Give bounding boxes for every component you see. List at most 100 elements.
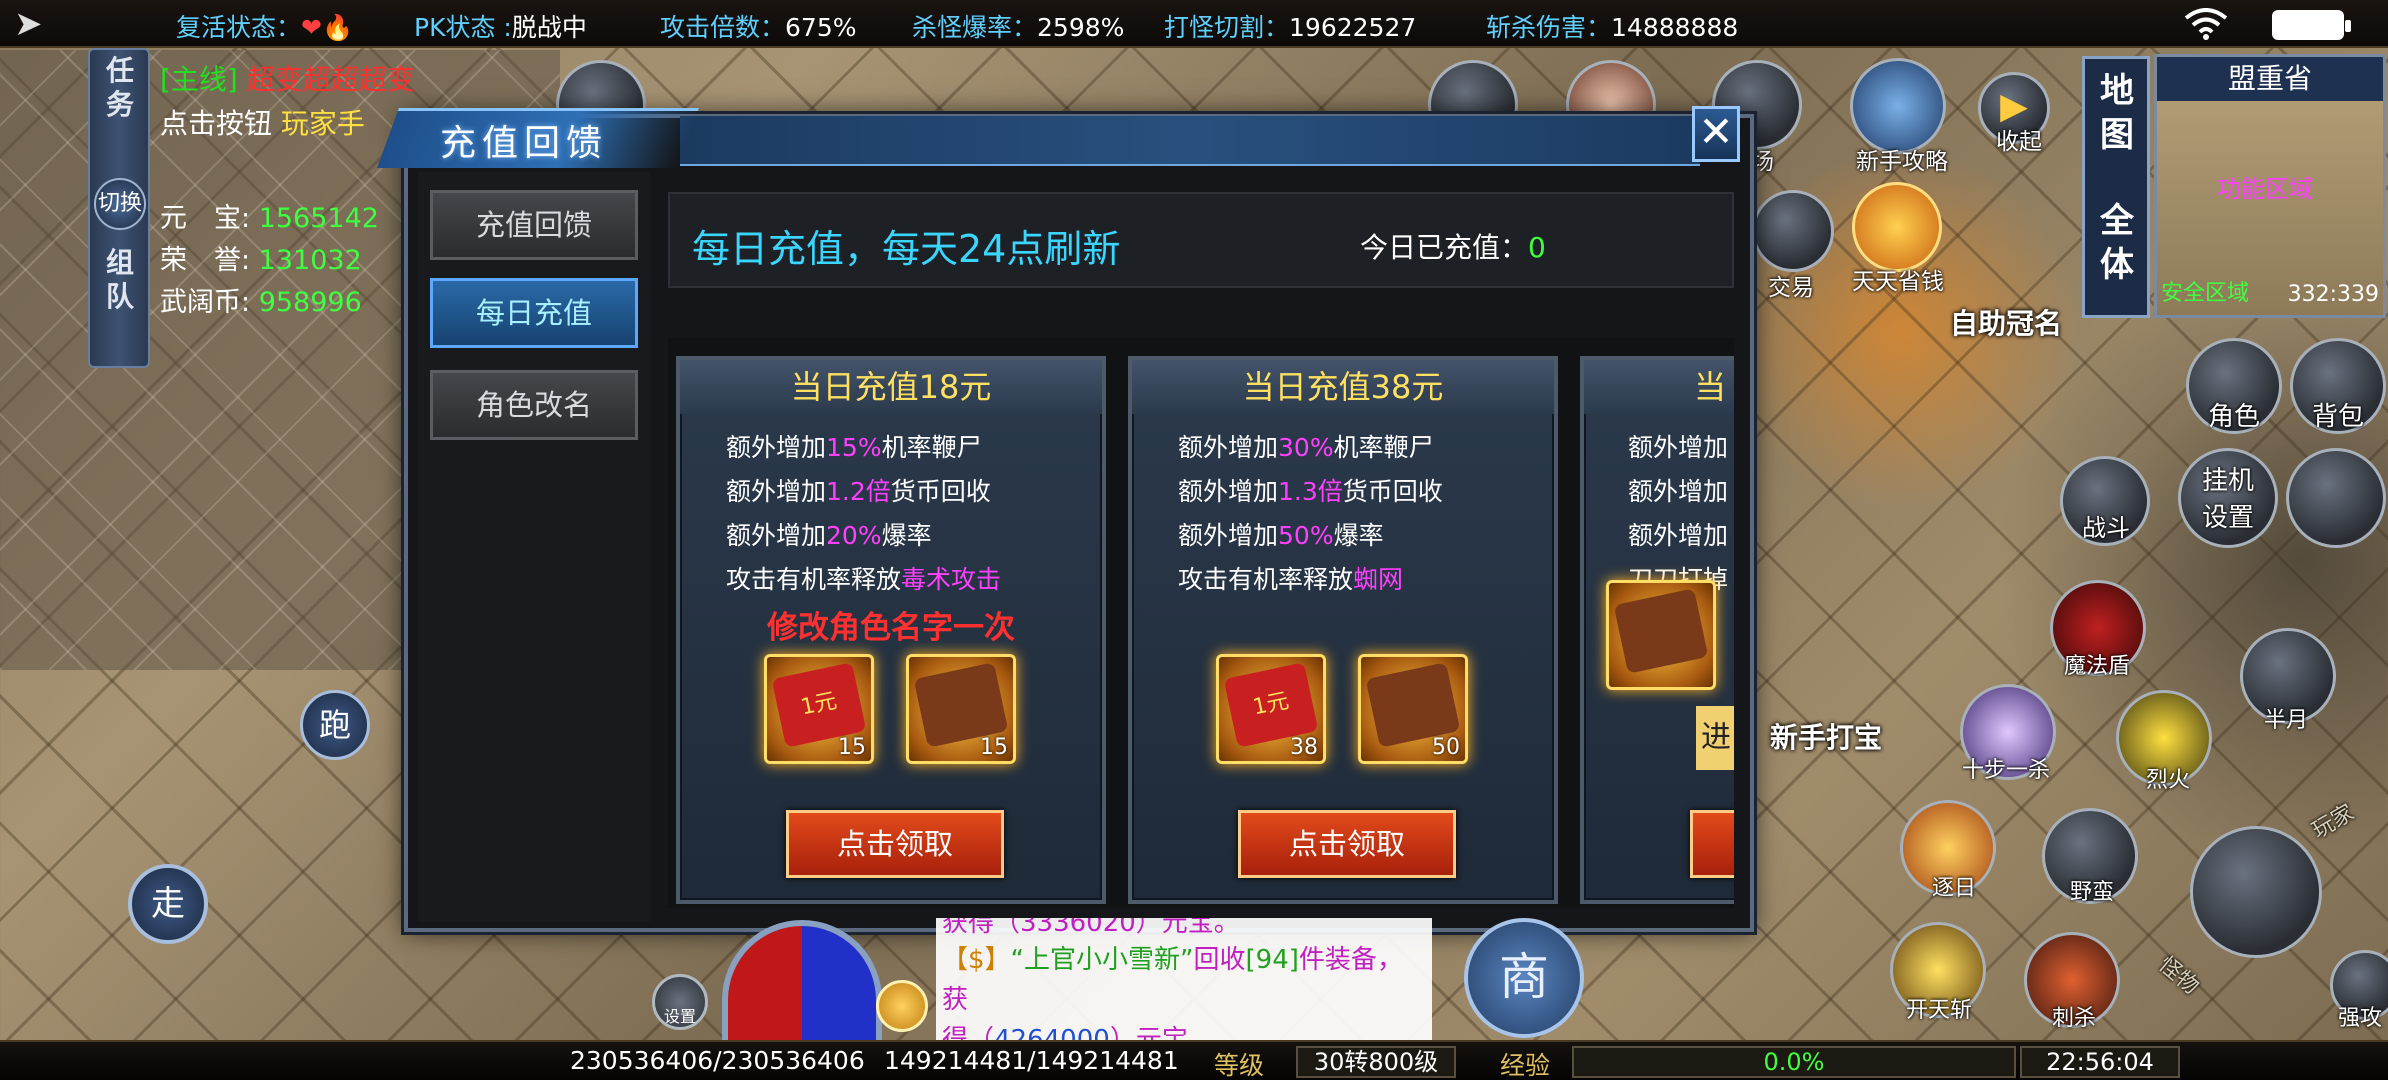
trade-icon[interactable] bbox=[1752, 190, 1834, 272]
character-label: 角色 bbox=[2208, 402, 2261, 432]
strong-attack-label: 强攻 bbox=[2338, 1006, 2383, 1031]
switch-button[interactable]: 切换 bbox=[94, 178, 146, 230]
battery-icon bbox=[2272, 10, 2351, 40]
half-moon-label: 半月 bbox=[2264, 708, 2309, 733]
quest-hint: 点击按钮 bbox=[160, 107, 273, 140]
claim-button-18[interactable]: 点击领取 bbox=[786, 810, 1004, 878]
quest-tag: [主线] bbox=[160, 63, 238, 96]
system-chat: 获得（3336020）元宝。 【$】“上官小小雪新”回收[94]件装备，获 得（… bbox=[936, 918, 1432, 1060]
team-button[interactable]: 组队 bbox=[94, 246, 146, 314]
quest-link[interactable]: 玩家手 bbox=[281, 107, 365, 140]
minimap[interactable]: 盟重省 功能区域 安全区域 332:339 bbox=[2154, 54, 2386, 318]
shop-button[interactable]: 商 bbox=[1464, 918, 1584, 1038]
dialog-title-bar bbox=[680, 116, 1700, 166]
dialog-title: 充值回馈 bbox=[440, 123, 609, 164]
daily-recharge-header: 每日充值，每天24点刷新 今日已充值：0 bbox=[668, 192, 1734, 288]
auto-settings-label: 挂机设置 bbox=[2201, 466, 2254, 533]
status-bar: ➤ 复活状态：❤🔥 PK状态 :脱战中 攻击倍数：675% 杀怪爆率：2598%… bbox=[0, 0, 2388, 48]
card-title: 当日充值38元 bbox=[1132, 360, 1554, 414]
beginner-guide-label: 新手攻略 bbox=[1856, 149, 1948, 175]
attack-multiplier: 攻击倍数：675% bbox=[660, 13, 857, 42]
quest-name: 超变超超超变 bbox=[246, 63, 415, 96]
chat-line: 【$】“上官小小雪新”回收[94]件装备，获 bbox=[942, 945, 1403, 1015]
tab-rename-character[interactable]: 角色改名 bbox=[430, 370, 638, 440]
card-title: 当 bbox=[1584, 360, 1734, 414]
expand-arrow-icon[interactable]: ➤ bbox=[14, 6, 60, 42]
chase-sun-label: 逐日 bbox=[1932, 876, 1977, 901]
kill-damage: 斩杀伤害：14888888 bbox=[1486, 13, 1739, 42]
item-bag-icon[interactable]: 15 bbox=[906, 654, 1016, 764]
bag-label: 背包 bbox=[2312, 402, 2365, 432]
red-envelope-icon[interactable]: 1元 15 bbox=[764, 654, 874, 764]
chat-line-partial: 获得（3336020）元宝。 bbox=[942, 918, 1240, 938]
currency-panel: 元 宝: 1565142 荣 誉: 131032 武阔币: 958996 bbox=[160, 198, 379, 324]
cut-damage: 打怪切割：19622527 bbox=[1164, 13, 1417, 42]
reward-card-partial: 当 额外增加 额外增加 额外增加 刀刀打掉 进 bbox=[1580, 356, 1734, 904]
wifi-icon bbox=[2184, 8, 2228, 42]
card-title: 当日充值18元 bbox=[680, 360, 1102, 414]
red-envelope-icon[interactable]: 1元 38 bbox=[1216, 654, 1326, 764]
settings-button[interactable]: 设置 bbox=[652, 974, 708, 1030]
task-button[interactable]: 任务 bbox=[94, 54, 146, 122]
currency-honor: 荣 誉: 131032 bbox=[160, 245, 362, 276]
equipment-icon[interactable] bbox=[1606, 580, 1716, 690]
beginner-guide-icon[interactable] bbox=[1850, 58, 1946, 154]
claim-button-partial[interactable] bbox=[1690, 810, 1734, 878]
safe-area-label: 安全区域 bbox=[2161, 281, 2250, 306]
ten-step-label: 十步一杀 bbox=[1962, 758, 2051, 783]
tab-recharge-feedback[interactable]: 充值回馈 bbox=[430, 190, 638, 260]
reward-card-18: 当日充值18元 额外增加15%机率鞭尸 额外增加1.2倍货币回收 额外增加20%… bbox=[676, 356, 1106, 904]
currency-ingot: 元 宝: 1565142 bbox=[160, 203, 379, 234]
reward-card-list[interactable]: 当日充值18元 额外增加15%机率鞭尸 额外增加1.2倍货币回收 额外增加20%… bbox=[668, 338, 1734, 908]
heaven-slash-label: 开天斩 bbox=[1906, 998, 1973, 1023]
map-button[interactable]: 地图 bbox=[2089, 69, 2145, 157]
pk-status: PK状态 :脱战中 bbox=[414, 13, 587, 42]
collapse-label: 收起 bbox=[1996, 129, 2042, 155]
save-money-label: 天天省钱 bbox=[1852, 269, 1944, 295]
clock: 22:56:04 bbox=[2020, 1046, 2180, 1078]
mp-value: 149214481/149214481 bbox=[884, 1046, 1179, 1075]
flame-label: 烈火 bbox=[2146, 768, 2191, 793]
close-button[interactable]: ✕ bbox=[1692, 106, 1740, 162]
card-benefits: 额外增加30%机率鞭尸 额外增加1.3倍货币回收 额外增加50%爆率 攻击有机率… bbox=[1178, 433, 1443, 594]
direction-button[interactable] bbox=[2286, 448, 2386, 548]
level-value: 30转800级 bbox=[1296, 1046, 1456, 1078]
battle-label: 战斗 bbox=[2082, 514, 2130, 542]
assassinate-label: 刺杀 bbox=[2052, 1006, 2097, 1031]
currency-coin: 武阔币: 958996 bbox=[160, 287, 362, 318]
savage-label: 野蛮 bbox=[2070, 880, 2115, 905]
card-note: 修改角色名字一次 bbox=[767, 610, 1015, 646]
revive-status: 复活状态：❤🔥 bbox=[176, 13, 354, 42]
trade-label: 交易 bbox=[1768, 275, 1814, 301]
header-title: 每日充值，每天24点刷新 bbox=[692, 227, 1121, 271]
auto-crown-label: 自助冠名 bbox=[1950, 307, 2063, 340]
run-button[interactable]: 跑 bbox=[300, 690, 370, 760]
enter-button[interactable]: 进 bbox=[1696, 706, 1734, 770]
bottom-status-bar: 230536406/230536406 149214481/149214481 … bbox=[0, 1040, 2388, 1080]
level-label: 等级 bbox=[1214, 1051, 1265, 1080]
map-side-buttons: 地图 全体 bbox=[2082, 56, 2150, 318]
coordinates: 332:339 bbox=[2287, 282, 2379, 307]
treasure-label: 新手打宝 bbox=[1770, 721, 1883, 754]
gift-icon[interactable] bbox=[1852, 182, 1942, 272]
reward-card-38: 当日充值38元 额外增加30%机率鞭尸 额外增加1.3倍货币回收 额外增加50%… bbox=[1128, 356, 1558, 904]
card-benefits: 额外增加 额外增加 额外增加 刀刀打掉 bbox=[1628, 433, 1729, 594]
tab-daily-recharge[interactable]: 每日充值 bbox=[430, 278, 638, 348]
exp-percent: 0.0% bbox=[1763, 1048, 1825, 1076]
card-benefits: 额外增加15%机率鞭尸 额外增加1.2倍货币回收 额外增加20%爆率 攻击有机率… bbox=[726, 433, 1002, 594]
exp-label: 经验 bbox=[1500, 1051, 1551, 1080]
walk-joystick[interactable]: 走 bbox=[128, 864, 208, 944]
claim-button-38[interactable]: 点击领取 bbox=[1238, 810, 1456, 878]
today-recharged: 今日已充值：0 bbox=[1360, 231, 1546, 264]
item-bag-icon[interactable]: 50 bbox=[1358, 654, 1468, 764]
drop-rate: 杀怪爆率：2598% bbox=[912, 13, 1125, 42]
region-name: 盟重省 bbox=[2157, 57, 2383, 101]
all-chat-button[interactable]: 全体 bbox=[2089, 199, 2145, 287]
function-area-label: 功能区域 bbox=[2217, 175, 2313, 203]
exp-bar: 0.0% bbox=[1572, 1046, 2016, 1078]
main-attack-button[interactable] bbox=[2190, 826, 2322, 958]
hp-value: 230536406/230536406 bbox=[570, 1046, 865, 1075]
magic-shield-label: 魔法盾 bbox=[2064, 654, 2131, 679]
dialog-tab-list: 充值回馈 每日充值 角色改名 bbox=[418, 172, 650, 922]
emoji-icon[interactable] bbox=[876, 980, 928, 1032]
